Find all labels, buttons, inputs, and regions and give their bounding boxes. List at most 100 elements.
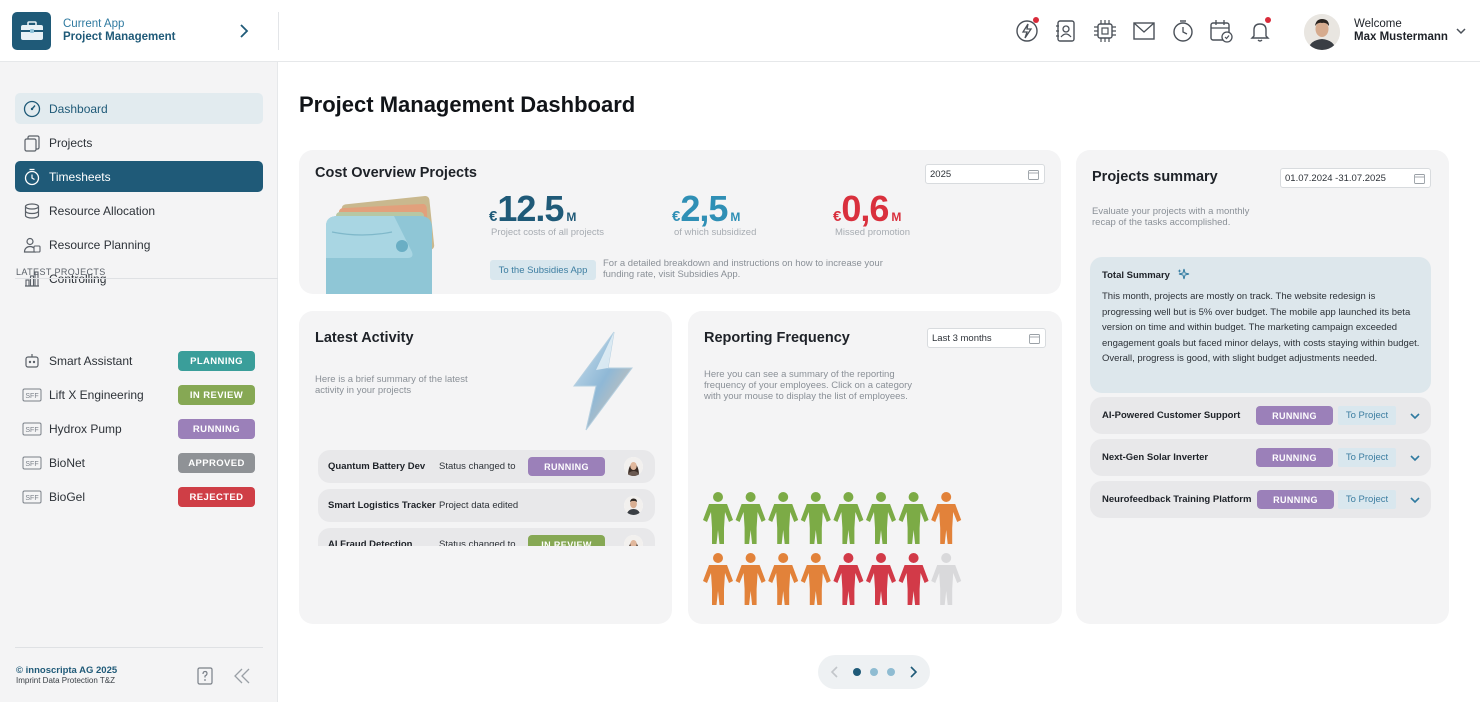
- app-name: Project Management: [63, 31, 176, 43]
- metric-value: 12.5: [497, 188, 564, 229]
- user-avatar[interactable]: [1304, 14, 1340, 50]
- calendar-icon[interactable]: [1028, 169, 1039, 180]
- pager-dot[interactable]: [887, 668, 895, 676]
- divider: [278, 12, 279, 50]
- wallet-illustration: [326, 195, 435, 294]
- summary-project-row[interactable]: Next-Gen Solar Inverter RUNNING To Proje…: [1090, 439, 1431, 476]
- person-icon[interactable]: [866, 492, 896, 544]
- help-icon[interactable]: [195, 666, 215, 686]
- metric-subsidized: € 2,5 M: [672, 188, 740, 230]
- sidebar-item-resource-allocation[interactable]: Resource Allocation: [15, 195, 263, 226]
- activity-status-text: Status changed to: [439, 461, 516, 472]
- latest-projects-heading: LATEST PROJECTS: [16, 267, 106, 277]
- year-picker[interactable]: 2025: [925, 164, 1045, 184]
- page-title: Project Management Dashboard: [299, 92, 636, 117]
- status-badge: RUNNING: [528, 457, 605, 476]
- sidebar-item-dashboard[interactable]: Dashboard: [15, 93, 263, 124]
- person-icon[interactable]: [866, 553, 896, 605]
- reporting-frequency-title: Reporting Frequency: [704, 330, 850, 346]
- sidebar-item-label: Timesheets: [49, 169, 111, 184]
- chevron-down-icon[interactable]: [1408, 493, 1422, 507]
- chevron-down-icon[interactable]: [1408, 409, 1422, 423]
- collapse-icon[interactable]: [232, 666, 252, 686]
- divider: [15, 278, 278, 279]
- metric-missed-promotion: € 0,6 M: [833, 188, 901, 230]
- person-icon[interactable]: [931, 492, 962, 544]
- to-project-button[interactable]: To Project: [1338, 406, 1396, 425]
- contacts-icon[interactable]: [1053, 18, 1079, 44]
- metric-value: 2,5: [680, 188, 728, 229]
- date-range-picker[interactable]: 01.07.2024 -31.07.2025: [1280, 168, 1431, 188]
- total-summary-title: Total Summary: [1102, 270, 1170, 281]
- sidebar-item-label: Dashboard: [49, 101, 108, 116]
- reporting-frequency-desc: Here you can see a summary of the report…: [704, 369, 913, 402]
- chevron-right-icon[interactable]: [906, 665, 920, 679]
- status-badge: RUNNING: [1257, 490, 1334, 509]
- sidebar-item-resource-planning[interactable]: Resource Planning: [15, 229, 263, 260]
- chip-icon[interactable]: [1092, 18, 1118, 44]
- person-icon[interactable]: [735, 553, 766, 605]
- person-icon[interactable]: [898, 553, 929, 605]
- calendar-icon[interactable]: [1029, 333, 1040, 344]
- metric-currency: €: [672, 208, 681, 225]
- clock-icon[interactable]: [1170, 18, 1196, 44]
- metric-label: Missed promotion: [835, 227, 910, 238]
- pager-dot-active[interactable]: [853, 668, 861, 676]
- sidebar-item-projects[interactable]: Projects: [15, 127, 263, 158]
- briefcase-icon[interactable]: [12, 12, 51, 50]
- period-value: Last 3 months: [932, 332, 992, 344]
- subsidies-app-button[interactable]: To the Subsidies App: [490, 260, 596, 280]
- sidebar-item-timesheets[interactable]: Timesheets: [15, 161, 263, 192]
- sidebar-item-label: Resource Allocation: [49, 203, 156, 218]
- person-icon[interactable]: [735, 492, 766, 544]
- activity-project-name: Quantum Battery Dev: [328, 461, 426, 472]
- person-icon[interactable]: [703, 553, 733, 605]
- metric-unit: M: [566, 210, 577, 224]
- current-app-label: Current App: [63, 18, 125, 30]
- period-picker[interactable]: Last 3 months: [927, 328, 1046, 348]
- calendar-icon[interactable]: [1208, 18, 1234, 44]
- notification-dot: [1265, 17, 1271, 23]
- activity-row[interactable]: Quantum Battery Dev Status changed to RUNN…: [318, 450, 655, 483]
- activity-row[interactable]: Smart Logistics Tracker Project data edit…: [318, 489, 655, 522]
- person-icon[interactable]: [703, 492, 733, 544]
- metric-unit: M: [730, 210, 741, 224]
- sparkle-icon: [1177, 268, 1190, 280]
- person-icon[interactable]: [800, 553, 831, 605]
- chevron-left-icon[interactable]: [828, 665, 842, 679]
- summary-project-row[interactable]: Neurofeedback Training Platform RUNNING …: [1090, 481, 1431, 518]
- carousel-pager: [818, 655, 930, 689]
- footer-links[interactable]: Imprint Data Protection T&Z: [16, 676, 115, 685]
- sidebar-item-label: Projects: [49, 135, 93, 150]
- chevron-down-icon[interactable]: [1454, 24, 1468, 38]
- gauge-icon: [22, 99, 42, 119]
- people-icon: [22, 235, 42, 255]
- person-icon[interactable]: [768, 553, 799, 605]
- person-icon[interactable]: [833, 553, 864, 605]
- mail-icon[interactable]: [1131, 18, 1157, 44]
- pager-dot[interactable]: [870, 668, 878, 676]
- person-icon[interactable]: [800, 492, 831, 544]
- notification-dot: [1033, 17, 1039, 23]
- calendar-icon[interactable]: [1414, 173, 1425, 184]
- person-icon[interactable]: [931, 553, 962, 605]
- user-name[interactable]: Max Mustermann: [1354, 31, 1448, 43]
- projects-summary-desc: Evaluate your projects with a monthly re…: [1092, 206, 1250, 228]
- subsidies-note: For a detailed breakdown and instruction…: [603, 258, 883, 280]
- person-icon[interactable]: [898, 492, 929, 544]
- metric-value: 0,6: [841, 188, 889, 229]
- to-project-button[interactable]: To Project: [1338, 448, 1396, 467]
- activity-project-name: Smart Logistics Tracker: [328, 500, 436, 511]
- people-pictogram[interactable]: [700, 490, 970, 610]
- year-value: 2025: [930, 168, 952, 180]
- chevron-down-icon[interactable]: [1408, 451, 1422, 465]
- sidebar-item-label: Resource Planning: [49, 237, 151, 252]
- summary-project-name: AI-Powered Customer Support: [1102, 410, 1241, 421]
- avatar: [624, 496, 643, 515]
- to-project-button[interactable]: To Project: [1338, 490, 1396, 509]
- chevron-right-icon[interactable]: [236, 22, 252, 40]
- person-icon[interactable]: [833, 492, 864, 544]
- person-icon[interactable]: [768, 492, 799, 544]
- summary-project-row[interactable]: AI-Powered Customer Support RUNNING To P…: [1090, 397, 1431, 434]
- people-chart[interactable]: [700, 490, 970, 610]
